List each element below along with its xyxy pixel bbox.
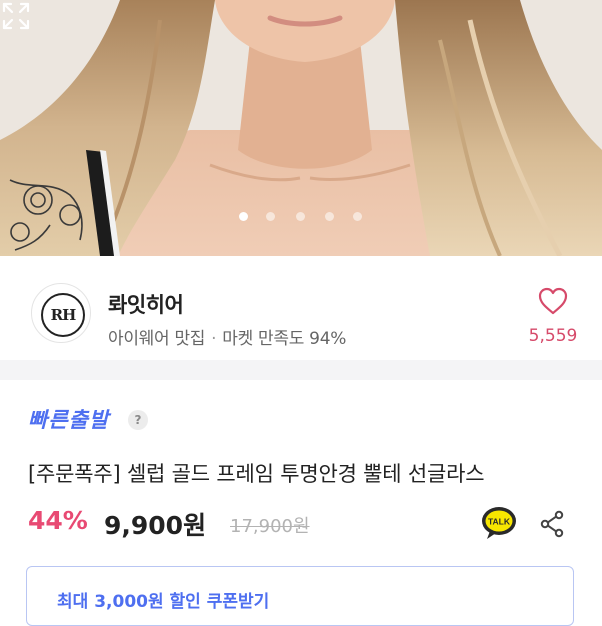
separator-dot: · — [211, 329, 217, 349]
store-satisfaction: 마켓 만족도 94% — [222, 329, 347, 349]
like-count: 5,559 — [528, 326, 578, 346]
heart-icon[interactable] — [537, 286, 569, 316]
gallery-dot[interactable] — [266, 212, 275, 221]
store-subtitle: 아이웨어 맛집 · 마켓 만족도 94% — [108, 324, 346, 349]
product-title: [주문폭주] 셀럽 골드 프레임 투명안경 뿔테 선글라스 — [28, 462, 485, 486]
store-name[interactable]: 롸잇히어 — [108, 289, 184, 319]
gallery-dot[interactable] — [239, 212, 248, 221]
original-price: 17,900원 — [230, 516, 310, 537]
store-info[interactable]: RH 롸잇히어 아이웨어 맛집 · 마켓 만족도 94% 5,559 — [0, 256, 602, 360]
discount-rate: 44% — [28, 506, 88, 535]
kakao-talk-icon[interactable]: TALK — [481, 506, 517, 540]
talk-label: TALK — [488, 517, 511, 527]
gallery-dot[interactable] — [296, 212, 305, 221]
coupon-label: 최대 3,000원 할인 쿠폰받기 — [57, 592, 270, 612]
gallery-dot[interactable] — [353, 212, 362, 221]
gallery-dot[interactable] — [325, 212, 334, 221]
store-category: 아이웨어 맛집 — [108, 329, 206, 349]
coupon-button[interactable]: 최대 3,000원 할인 쿠폰받기 — [26, 566, 574, 626]
product-info: 빠른출발 ? [주문폭주] 셀럽 골드 프레임 투명안경 뿔테 선글라스 44%… — [0, 380, 602, 626]
store-logo[interactable]: RH — [31, 283, 91, 343]
sale-price: 9,900원 — [104, 511, 207, 540]
gallery-pagination — [0, 209, 602, 223]
product-image-gallery[interactable] — [0, 0, 602, 256]
section-divider — [0, 360, 602, 380]
share-icon[interactable] — [539, 510, 565, 538]
expand-icon[interactable] — [0, 0, 32, 32]
help-icon[interactable]: ? — [128, 410, 148, 430]
store-logo-text: RH — [41, 293, 85, 337]
fast-shipping-badge: 빠른출발 — [28, 408, 110, 432]
